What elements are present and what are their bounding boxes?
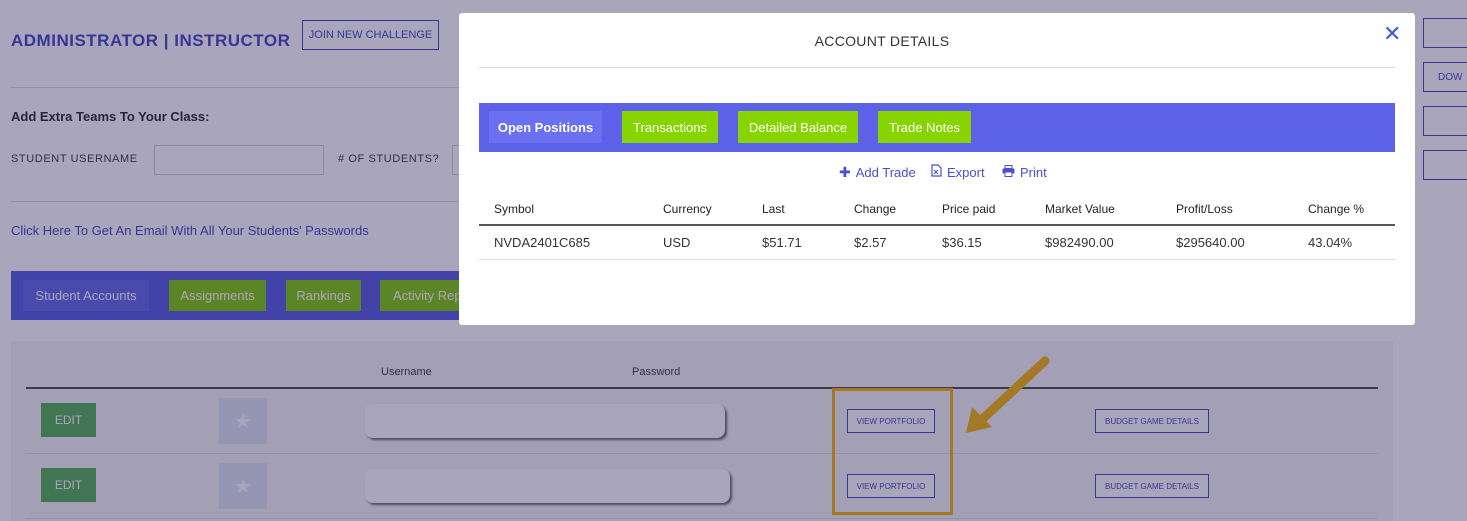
modal-tab-bar: Open Positions Transactions Detailed Bal… bbox=[479, 103, 1395, 152]
modal-divider bbox=[479, 67, 1395, 68]
tab-trade-notes[interactable]: Trade Notes bbox=[878, 111, 971, 143]
export-icon bbox=[931, 164, 942, 180]
row-divider bbox=[479, 259, 1395, 260]
column-header-change: Change bbox=[854, 202, 897, 216]
column-header-market-value: Market Value bbox=[1045, 202, 1115, 216]
column-header-price-paid: Price paid bbox=[942, 202, 996, 216]
add-trade-button[interactable]: ✚ Add Trade bbox=[839, 164, 916, 181]
column-header-last: Last bbox=[762, 202, 785, 216]
print-icon bbox=[1002, 164, 1015, 180]
column-header-change-percent: Change % bbox=[1308, 202, 1365, 216]
cell-currency: USD bbox=[663, 235, 691, 250]
tab-transactions[interactable]: Transactions bbox=[622, 111, 718, 143]
column-header-symbol: Symbol bbox=[494, 202, 535, 216]
plus-icon: ✚ bbox=[839, 164, 851, 180]
column-header-profit-loss: Profit/Loss bbox=[1176, 202, 1233, 216]
export-label: Export bbox=[947, 164, 985, 180]
cell-last: $51.71 bbox=[762, 235, 802, 250]
print-label: Print bbox=[1020, 164, 1047, 180]
export-button[interactable]: Export bbox=[931, 164, 985, 180]
tab-detailed-balance[interactable]: Detailed Balance bbox=[738, 111, 858, 143]
cell-profit-loss: $295640.00 bbox=[1176, 235, 1245, 250]
account-details-modal: ACCOUNT DETAILS ✕ Open Positions Transac… bbox=[459, 13, 1415, 325]
print-button[interactable]: Print bbox=[1002, 164, 1047, 180]
cell-market-value: $982490.00 bbox=[1045, 235, 1114, 250]
modal-title: ACCOUNT DETAILS bbox=[814, 33, 950, 49]
cell-change: $2.57 bbox=[854, 235, 887, 250]
close-icon[interactable]: ✕ bbox=[1383, 23, 1401, 45]
cell-symbol: NVDA2401C685 bbox=[494, 235, 591, 250]
add-trade-label: Add Trade bbox=[855, 165, 916, 180]
cell-change-percent: 43.04% bbox=[1308, 235, 1353, 250]
tab-open-positions[interactable]: Open Positions bbox=[489, 111, 602, 143]
table-header-divider bbox=[479, 224, 1395, 226]
cell-price-paid: $36.15 bbox=[942, 235, 982, 250]
column-header-currency: Currency bbox=[663, 202, 712, 216]
